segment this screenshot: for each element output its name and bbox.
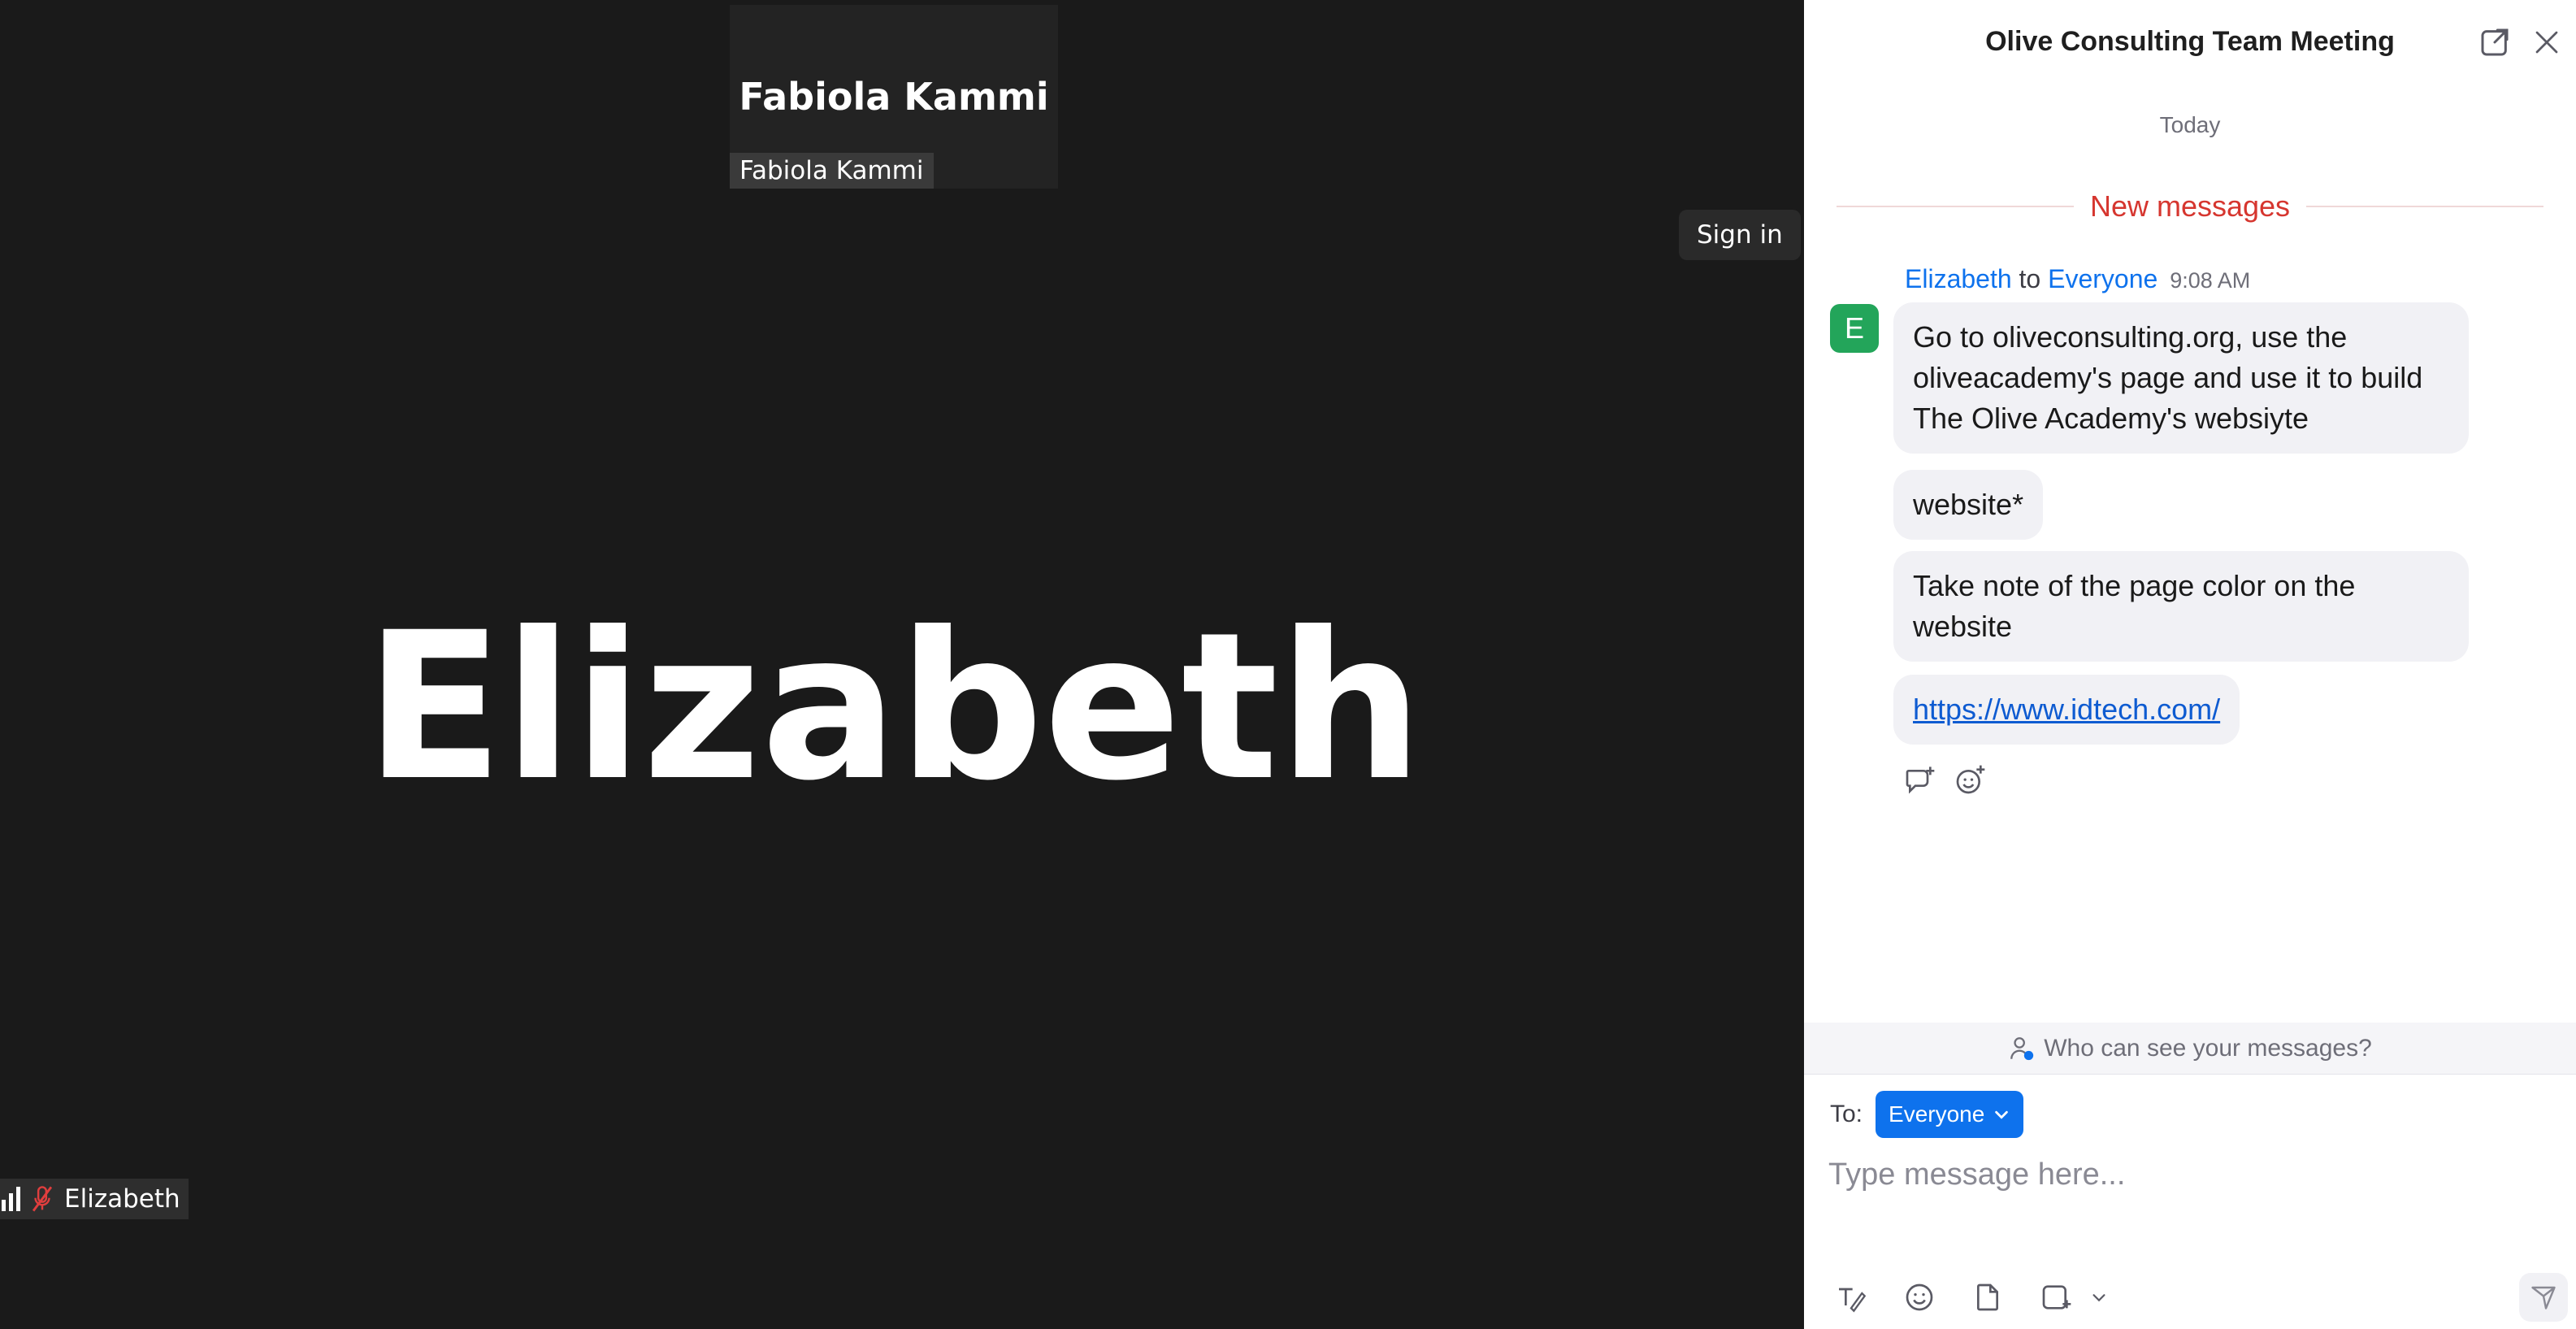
composer-toolbar — [1835, 1281, 2108, 1314]
file-icon[interactable] — [1971, 1281, 2004, 1314]
close-icon[interactable] — [2532, 28, 2561, 57]
to-word: to — [2019, 264, 2041, 293]
thumbnail-display-name: Fabiola Kammi — [739, 75, 1049, 119]
message-bubble-link[interactable]: https://www.idtech.com/ — [1893, 675, 2240, 745]
recipient-row: To: Everyone — [1830, 1091, 2024, 1138]
format-text-icon[interactable] — [1835, 1281, 1867, 1314]
message-actions — [1903, 764, 1986, 797]
message-visibility-notice[interactable]: Who can see your messages? — [1804, 1023, 2576, 1075]
to-label: To: — [1830, 1101, 1863, 1127]
message-header: Elizabeth to Everyone 9:08 AM — [1905, 264, 2250, 294]
recipient-name[interactable]: Everyone — [2048, 264, 2158, 293]
new-messages-label: New messages — [2089, 189, 2291, 223]
chat-panel: Olive Consulting Team Meeting Today New … — [1804, 0, 2576, 1329]
message-link[interactable]: https://www.idtech.com/ — [1913, 693, 2220, 726]
divider-line — [1837, 206, 2074, 207]
signal-strength-icon — [0, 1187, 20, 1211]
participant-name: Elizabeth — [64, 1184, 180, 1214]
chevron-down-icon[interactable] — [2090, 1288, 2108, 1306]
message-bubble[interactable]: Take note of the page color on the websi… — [1893, 551, 2469, 662]
emoji-icon[interactable] — [1903, 1281, 1936, 1314]
mic-muted-icon — [32, 1186, 53, 1212]
message-bubble[interactable]: website* — [1893, 470, 2044, 540]
screenshot-icon[interactable] — [2040, 1281, 2072, 1314]
person-visibility-icon — [2010, 1036, 2034, 1060]
recipient-select-value: Everyone — [1889, 1101, 1985, 1127]
avatar[interactable]: E — [1830, 304, 1879, 353]
new-messages-divider: New messages — [1837, 187, 2543, 226]
participant-name-tag: Elizabeth — [0, 1179, 189, 1219]
message-bubble[interactable]: Go to oliveconsulting.org, use the olive… — [1893, 302, 2469, 454]
thumbnail-name-tag: Fabiola Kammi — [730, 153, 934, 189]
chat-title: Olive Consulting Team Meeting — [1985, 26, 2395, 57]
active-speaker-name: Elizabeth — [364, 588, 1424, 825]
reply-icon[interactable] — [1903, 764, 1936, 797]
pop-out-icon[interactable] — [2478, 26, 2511, 59]
video-area: Fabiola Kammi Fabiola Kammi Sign in Eliz… — [0, 0, 1804, 1329]
divider-line — [2306, 206, 2543, 207]
sign-in-button[interactable]: Sign in — [1679, 210, 1801, 260]
chat-header: Olive Consulting Team Meeting — [1804, 0, 2576, 89]
add-reaction-icon[interactable] — [1954, 764, 1986, 797]
recipient-select[interactable]: Everyone — [1876, 1091, 2024, 1138]
send-button[interactable] — [2519, 1273, 2568, 1322]
message-input[interactable] — [1828, 1138, 2543, 1211]
chevron-down-icon — [1995, 1110, 2009, 1119]
send-icon — [2531, 1286, 2556, 1309]
message-time: 9:08 AM — [2170, 268, 2251, 293]
sender-name[interactable]: Elizabeth — [1905, 264, 2012, 293]
participant-thumbnail[interactable]: Fabiola Kammi Fabiola Kammi — [730, 5, 1058, 189]
date-separator: Today — [2159, 112, 2221, 137]
visibility-text: Who can see your messages? — [2044, 1034, 2372, 1062]
